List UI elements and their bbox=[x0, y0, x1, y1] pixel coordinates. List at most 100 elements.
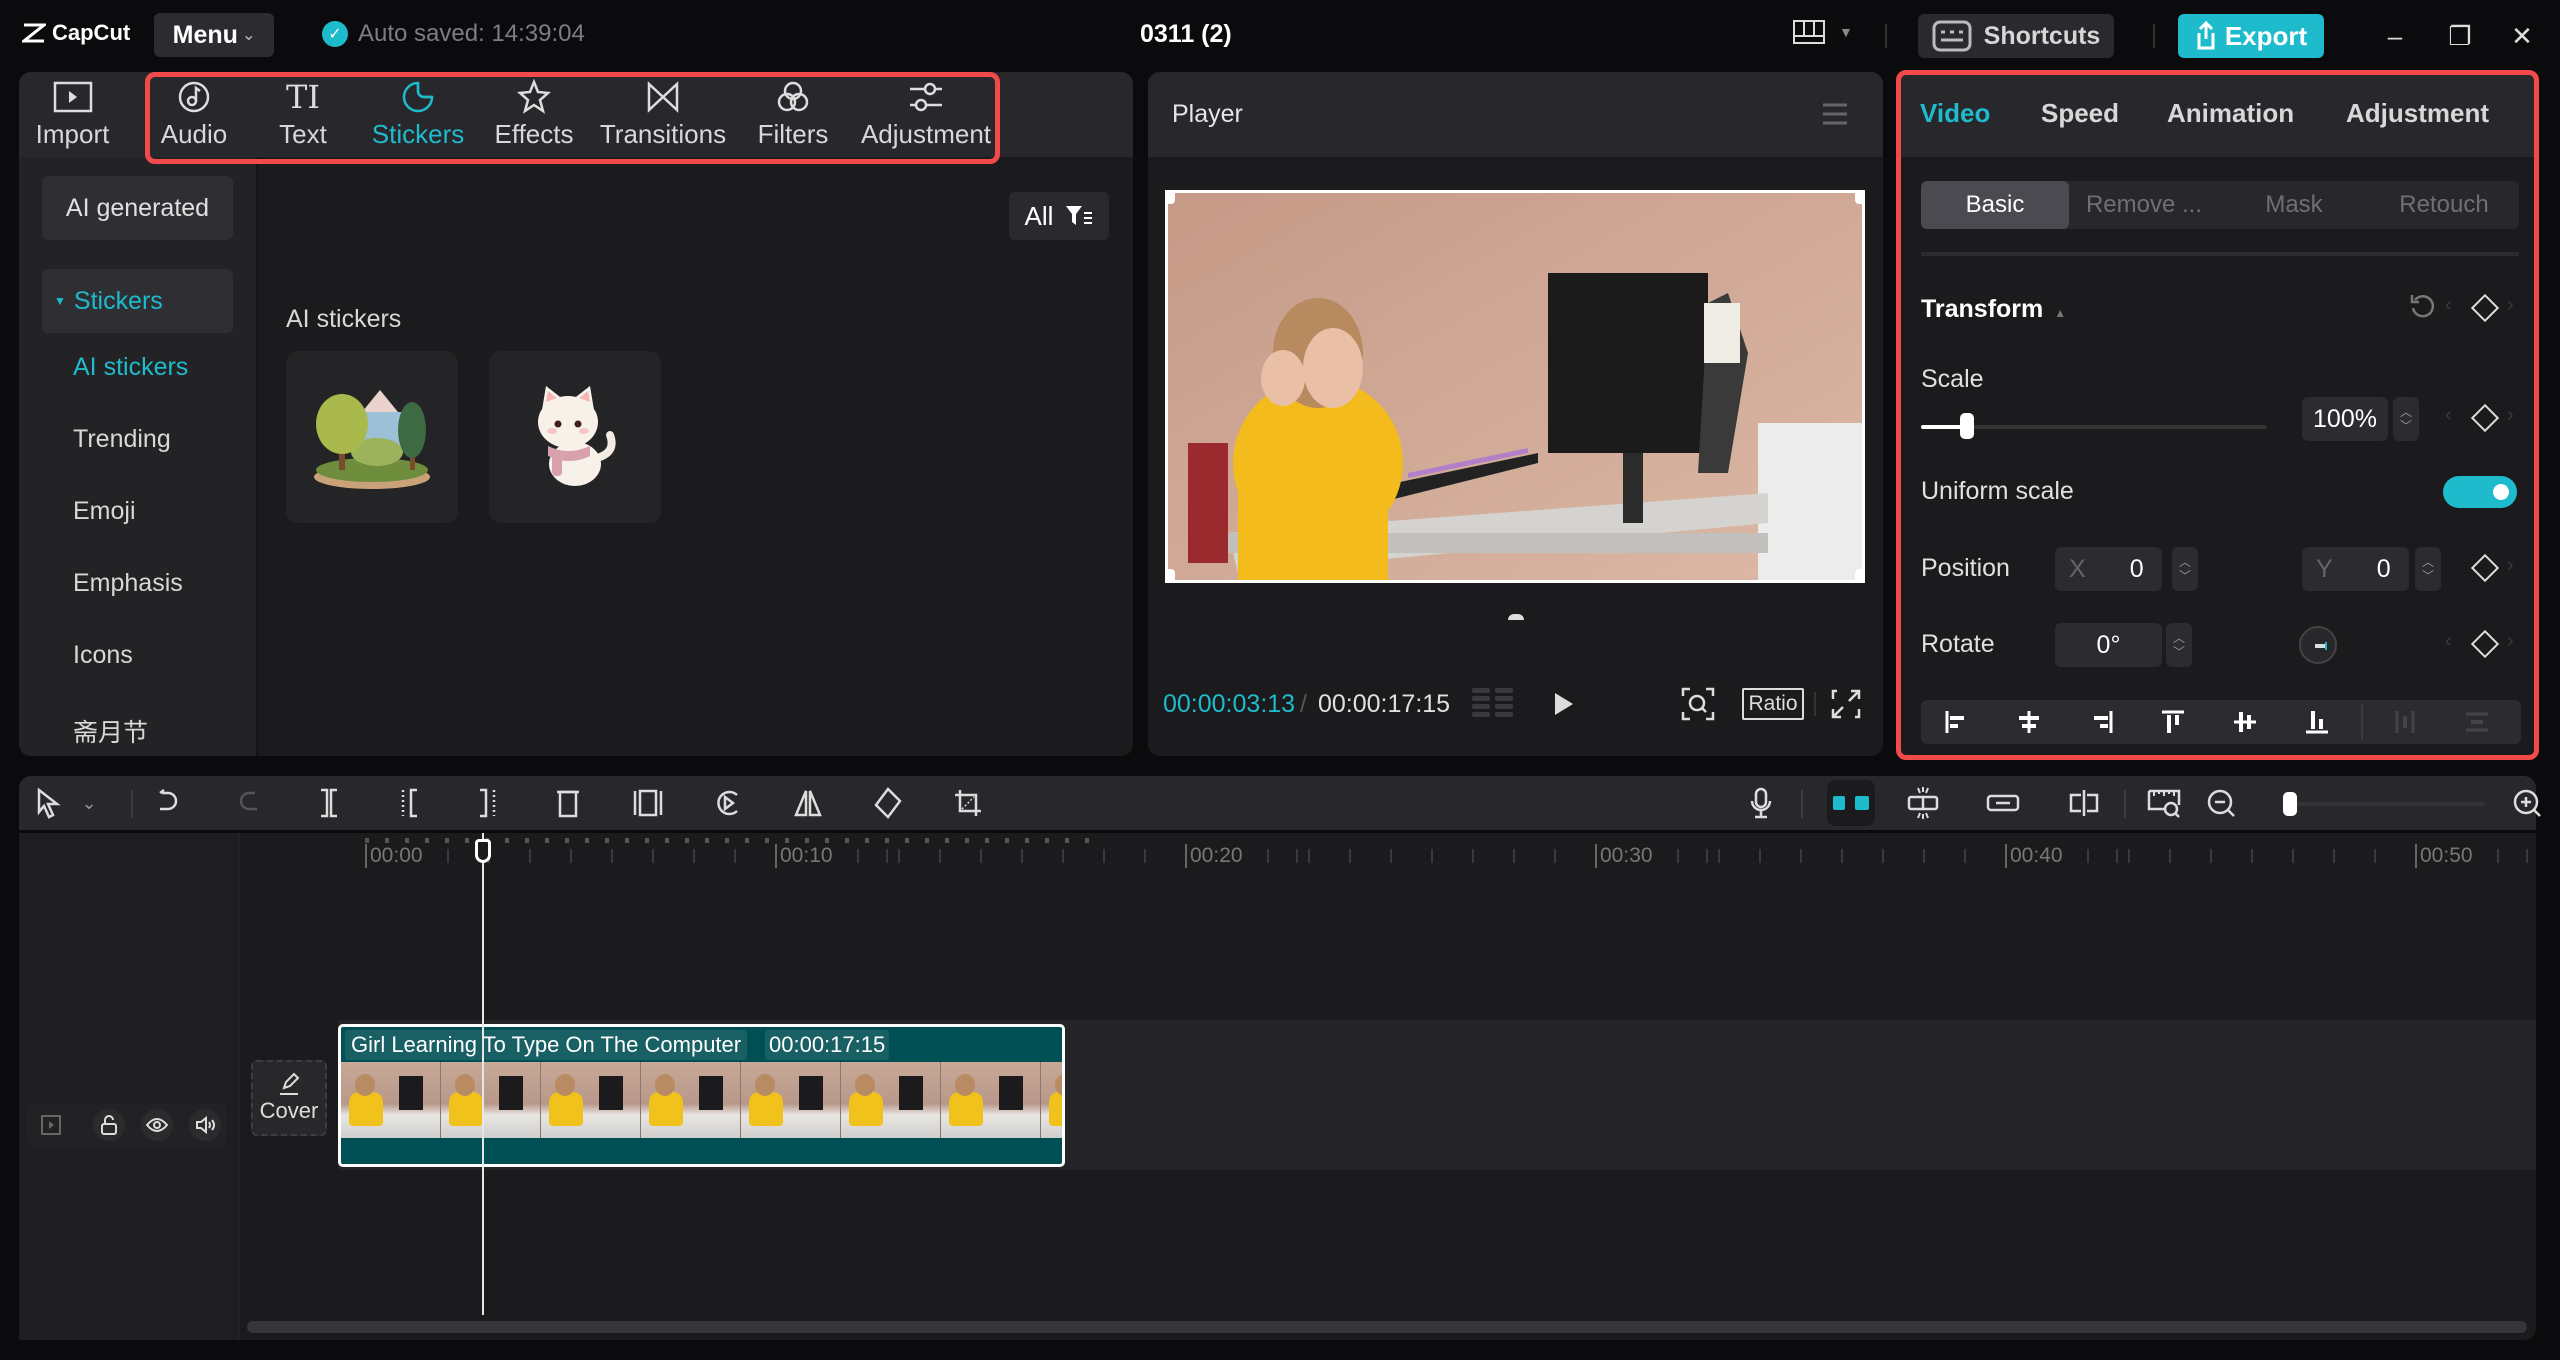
layout-button[interactable]: ▼ bbox=[1793, 20, 1853, 44]
stickers-group-toggle[interactable]: ▼ Stickers bbox=[42, 269, 233, 333]
next-keyframe-icon[interactable]: › bbox=[2507, 630, 2514, 653]
menu-button[interactable]: Menu ⌄ bbox=[154, 13, 274, 57]
tab-filters[interactable]: Filters bbox=[745, 72, 841, 157]
align-center-vertical-button[interactable] bbox=[2223, 700, 2267, 744]
tab-stickers[interactable]: Stickers bbox=[364, 72, 472, 157]
tab-speed[interactable]: Speed bbox=[2041, 98, 2119, 129]
sidebar-item-ai-stickers[interactable]: AI stickers bbox=[73, 353, 188, 382]
linkage-button[interactable] bbox=[1985, 785, 2021, 821]
video-clip[interactable]: Girl Learning To Type On The Computer 00… bbox=[338, 1024, 1065, 1167]
split-button[interactable] bbox=[311, 785, 347, 821]
sidebar-item-icons[interactable]: Icons bbox=[73, 641, 133, 670]
tab-audio[interactable]: Audio bbox=[146, 72, 242, 157]
restore-button[interactable]: ❐ bbox=[2440, 18, 2480, 54]
zoom-to-fit-button[interactable] bbox=[2146, 785, 2182, 821]
slider-thumb[interactable] bbox=[1960, 413, 1974, 439]
select-tool-dropdown[interactable]: ⌄ bbox=[79, 785, 99, 821]
sidebar-item-ramadan[interactable]: 斋月节 bbox=[73, 713, 148, 749]
tab-adjustment[interactable]: Adjustment bbox=[2346, 98, 2489, 129]
tab-text[interactable]: TI Text bbox=[255, 72, 351, 157]
redo-button[interactable] bbox=[231, 785, 267, 821]
ai-generated-button[interactable]: AI generated bbox=[42, 176, 233, 240]
slider-thumb[interactable] bbox=[2283, 792, 2297, 816]
align-left-button[interactable] bbox=[1935, 700, 1979, 744]
position-y-input[interactable]: Y 0 bbox=[2302, 547, 2409, 591]
playhead-handle[interactable] bbox=[475, 839, 491, 863]
next-keyframe-icon[interactable]: › bbox=[2507, 404, 2514, 427]
sidebar-item-emoji[interactable]: Emoji bbox=[73, 497, 136, 526]
mirror-button[interactable] bbox=[790, 785, 826, 821]
timeline-ruler[interactable]: 00:00 00:10 00:20 00:30 00:40 00:50 bbox=[241, 833, 2536, 873]
tab-import[interactable]: Import bbox=[19, 72, 126, 157]
auto-snap-button[interactable] bbox=[1905, 785, 1941, 821]
rotate-stepper[interactable]: ︿ ﹀ bbox=[2166, 623, 2192, 667]
zoom-preview-button[interactable] bbox=[1678, 684, 1718, 724]
align-top-button[interactable] bbox=[2151, 700, 2195, 744]
audio-meter-button[interactable] bbox=[1470, 684, 1516, 724]
cover-button[interactable]: Cover bbox=[251, 1060, 327, 1136]
scale-slider[interactable] bbox=[1921, 412, 2267, 442]
fullscreen-button[interactable] bbox=[1826, 684, 1866, 724]
shortcuts-button[interactable]: Shortcuts bbox=[1918, 14, 2114, 58]
tab-effects[interactable]: Effects bbox=[484, 72, 584, 157]
reset-transform-button[interactable] bbox=[2409, 292, 2437, 325]
scale-input[interactable]: 100% bbox=[2302, 397, 2388, 441]
mute-track-button[interactable] bbox=[189, 1109, 221, 1141]
distribute-vertical-button[interactable] bbox=[2455, 700, 2499, 744]
main-track-magnet-button[interactable] bbox=[1827, 780, 1875, 826]
align-bottom-button[interactable] bbox=[2295, 700, 2339, 744]
zoom-in-button[interactable] bbox=[2509, 785, 2545, 821]
prev-keyframe-icon[interactable]: ‹ bbox=[2445, 404, 2452, 427]
filter-dropdown[interactable]: All bbox=[1009, 192, 1109, 240]
position-y-stepper[interactable]: ︿ ﹀ bbox=[2415, 547, 2441, 591]
tab-animation[interactable]: Animation bbox=[2167, 98, 2294, 129]
next-keyframe-icon[interactable]: › bbox=[2507, 294, 2514, 317]
export-button[interactable]: Export bbox=[2178, 14, 2324, 58]
preview-axis-button[interactable] bbox=[2066, 785, 2102, 821]
position-x-stepper[interactable]: ︿ ﹀ bbox=[2172, 547, 2198, 591]
rotate-input[interactable]: 0° bbox=[2055, 623, 2162, 667]
lock-track-button[interactable] bbox=[93, 1109, 125, 1141]
record-voiceover-button[interactable] bbox=[1743, 785, 1779, 821]
sidebar-item-trending[interactable]: Trending bbox=[73, 425, 171, 454]
freeze-frame-button[interactable] bbox=[630, 785, 666, 821]
ratio-button[interactable]: Ratio bbox=[1742, 688, 1804, 720]
prev-keyframe-icon[interactable]: ‹ bbox=[2445, 630, 2452, 653]
sticker-forest-landscape[interactable] bbox=[286, 351, 458, 523]
timeline-zoom-slider[interactable] bbox=[2283, 792, 2485, 816]
align-center-horizontal-button[interactable] bbox=[2007, 700, 2051, 744]
tab-adjustment[interactable]: Adjustment bbox=[851, 72, 1001, 157]
subtab-basic[interactable]: Basic bbox=[1921, 181, 2069, 229]
hide-track-button[interactable] bbox=[141, 1109, 173, 1141]
transform-section-toggle[interactable]: Transform ▲ bbox=[1921, 295, 2066, 324]
tab-video[interactable]: Video bbox=[1920, 98, 1990, 129]
timeline-horizontal-scrollbar[interactable] bbox=[247, 1321, 2527, 1333]
resize-handle-bottom-left[interactable] bbox=[1168, 569, 1175, 580]
rotate-handle[interactable] bbox=[1508, 614, 1524, 620]
position-x-input[interactable]: X 0 bbox=[2055, 547, 2162, 591]
undo-button[interactable] bbox=[150, 785, 186, 821]
subtab-remove-background[interactable]: Remove ... bbox=[2069, 181, 2219, 229]
play-button[interactable] bbox=[1544, 684, 1584, 724]
subtab-mask[interactable]: Mask bbox=[2219, 181, 2369, 229]
add-keyframe-scale-button[interactable] bbox=[2470, 403, 2500, 433]
add-keyframe-rotate-button[interactable] bbox=[2470, 629, 2500, 659]
add-keyframe-transform-button[interactable] bbox=[2470, 293, 2500, 323]
scale-stepper[interactable]: ︿ ﹀ bbox=[2393, 397, 2419, 441]
close-button[interactable]: ✕ bbox=[2502, 18, 2542, 54]
select-tool-button[interactable] bbox=[31, 785, 67, 821]
resize-handle-top-right[interactable] bbox=[1855, 193, 1862, 204]
project-title[interactable]: 0311 (2) bbox=[1140, 20, 1232, 49]
delete-button[interactable] bbox=[550, 785, 586, 821]
rotate-dial[interactable] bbox=[2299, 626, 2337, 664]
tab-transitions[interactable]: Transitions bbox=[597, 72, 729, 157]
subtab-retouch[interactable]: Retouch bbox=[2369, 181, 2519, 229]
video-preview[interactable] bbox=[1165, 190, 1865, 583]
player-menu-button[interactable] bbox=[1821, 102, 1849, 131]
add-keyframe-position-button[interactable] bbox=[2470, 553, 2500, 583]
uniform-scale-toggle[interactable] bbox=[2443, 476, 2517, 508]
resize-handle-top-left[interactable] bbox=[1168, 193, 1175, 204]
trim-left-button[interactable] bbox=[391, 785, 427, 821]
distribute-horizontal-button[interactable] bbox=[2383, 700, 2427, 744]
playhead-line[interactable] bbox=[482, 833, 484, 1315]
